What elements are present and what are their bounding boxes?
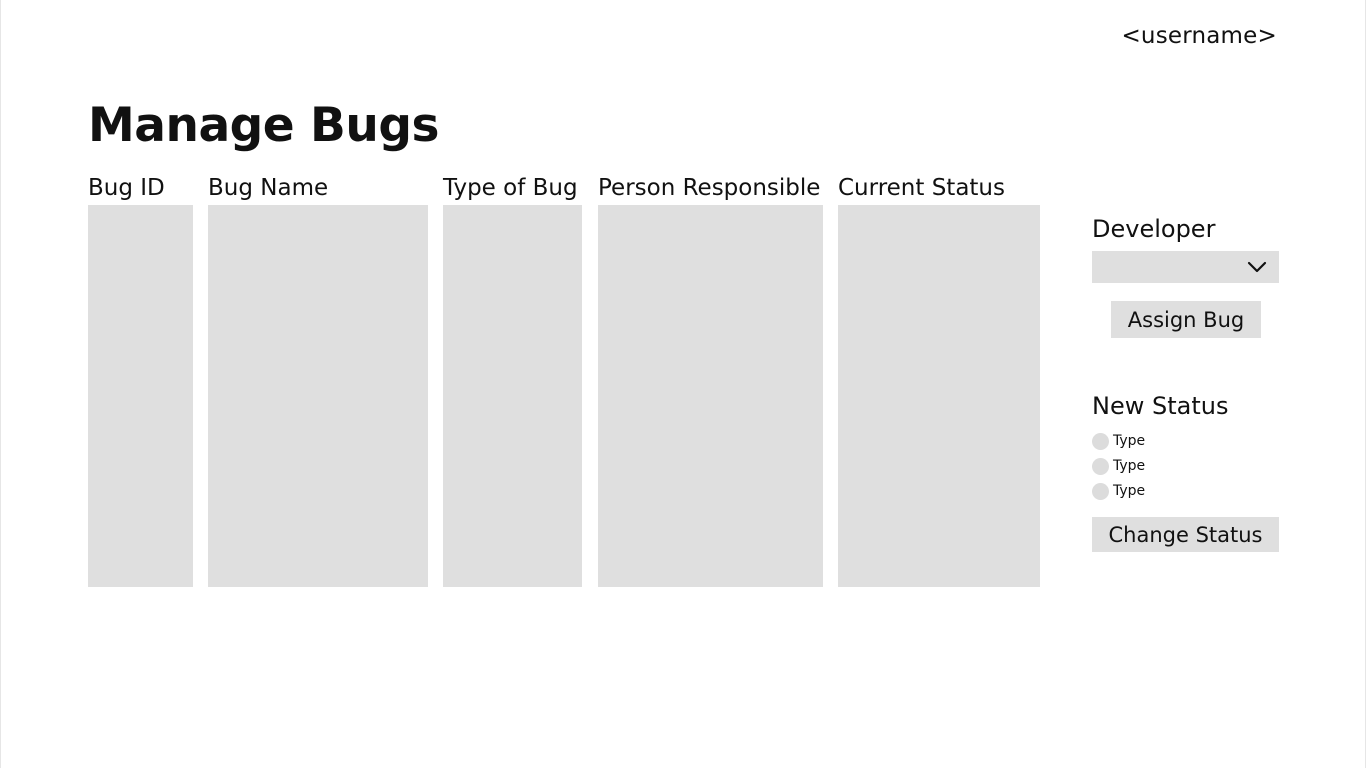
status-option-3[interactable]: Type bbox=[1092, 481, 1145, 501]
chevron-down-icon bbox=[1247, 261, 1267, 273]
radio-button[interactable] bbox=[1092, 482, 1109, 500]
developer-label: Developer bbox=[1092, 215, 1216, 243]
status-option-2[interactable]: Type bbox=[1092, 456, 1145, 476]
status-option-label: Type bbox=[1113, 483, 1146, 499]
current-status-list[interactable] bbox=[838, 205, 1040, 587]
status-option-label: Type bbox=[1113, 433, 1146, 449]
bug-name-list[interactable] bbox=[208, 205, 428, 587]
type-of-bug-list[interactable] bbox=[443, 205, 582, 587]
manage-bugs-page: <username> Manage Bugs Bug ID Bug Name T… bbox=[0, 0, 1366, 768]
column-header-current-status: Current Status bbox=[838, 175, 1005, 201]
radio-button[interactable] bbox=[1092, 457, 1109, 475]
bug-id-list[interactable] bbox=[88, 205, 193, 587]
status-option-1[interactable]: Type bbox=[1092, 431, 1145, 451]
developer-dropdown[interactable] bbox=[1092, 251, 1279, 283]
column-header-bug-id: Bug ID bbox=[88, 175, 165, 201]
assign-bug-button[interactable]: Assign Bug bbox=[1111, 301, 1261, 338]
column-header-bug-name: Bug Name bbox=[208, 175, 329, 201]
person-responsible-list[interactable] bbox=[598, 205, 823, 587]
username-label[interactable]: <username> bbox=[1121, 23, 1277, 49]
change-status-button[interactable]: Change Status bbox=[1092, 517, 1279, 552]
page-title: Manage Bugs bbox=[88, 98, 439, 153]
new-status-label: New Status bbox=[1092, 392, 1229, 420]
column-header-type-of-bug: Type of Bug bbox=[443, 175, 578, 201]
radio-button[interactable] bbox=[1092, 432, 1109, 450]
status-option-label: Type bbox=[1113, 458, 1146, 474]
column-header-person-responsible: Person Responsible bbox=[598, 175, 821, 201]
